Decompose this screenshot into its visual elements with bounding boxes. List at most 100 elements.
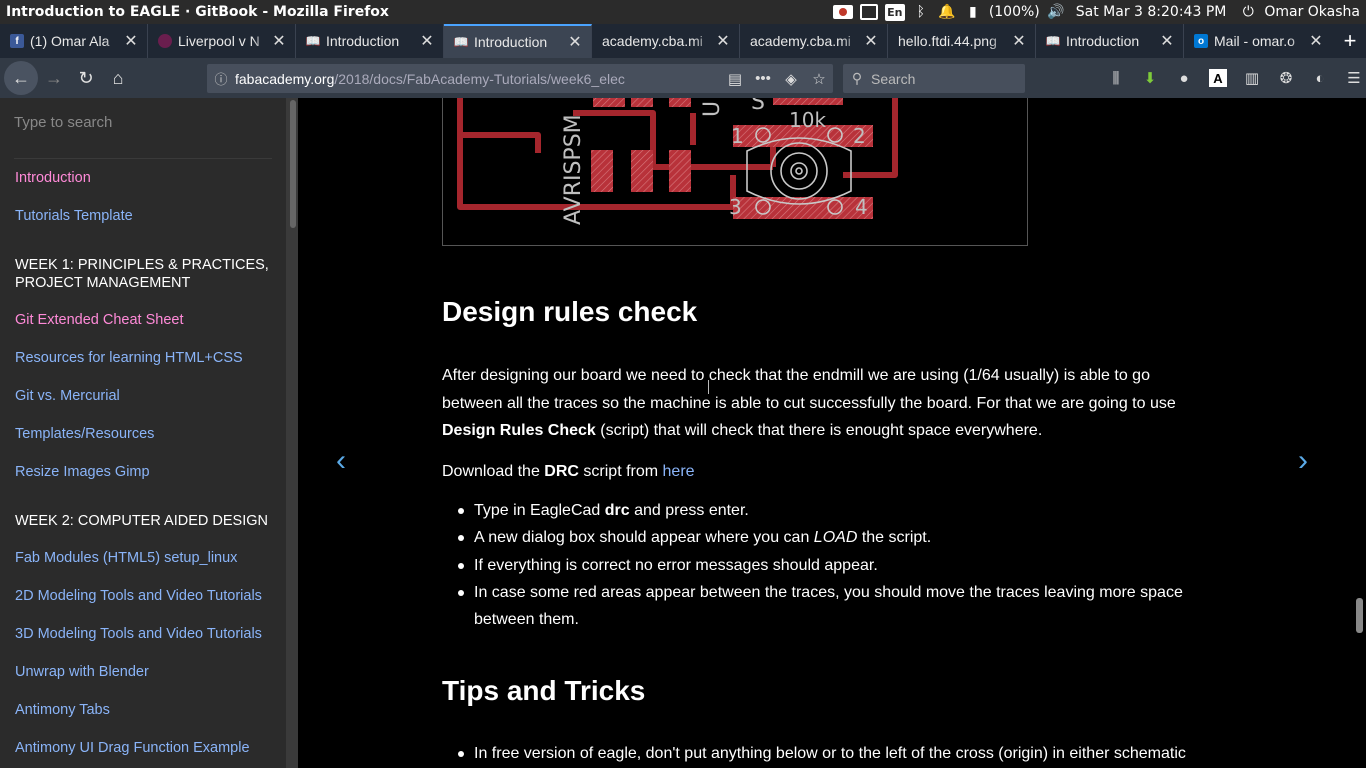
battery-icon[interactable]: ▮ bbox=[963, 4, 983, 20]
browser-tab[interactable]: academy.cba.mi ✕ bbox=[592, 24, 740, 58]
url-text[interactable]: fabacademy.org/2018/docs/FabAcademy-Tuto… bbox=[235, 71, 721, 87]
close-tab-icon[interactable]: ✕ bbox=[419, 31, 435, 51]
drc-download-link[interactable]: here bbox=[663, 463, 695, 480]
close-tab-icon[interactable]: ✕ bbox=[1011, 31, 1027, 51]
reload-button[interactable]: ↻ bbox=[70, 62, 102, 94]
tab-label: academy.cba.mi bbox=[602, 33, 703, 49]
library-icon[interactable]: ⫼ bbox=[1100, 62, 1132, 94]
tab-strip: f (1) Omar Ala ✕ Liverpool v N ✕ 📖 Intro… bbox=[0, 24, 1366, 58]
sidebar-item-unwrap-blender[interactable]: Unwrap with Blender bbox=[15, 664, 149, 680]
book-sidebar: Type to search Introduction Tutorials Te… bbox=[0, 98, 298, 768]
pcb-drawing: AVRISPSM U S 10k 1 2 3 4 bbox=[457, 98, 898, 225]
forward-button[interactable]: → bbox=[38, 62, 70, 94]
download-paragraph: Download the DRC script from here bbox=[442, 458, 1202, 486]
browser-tab[interactable]: Liverpool v N ✕ bbox=[148, 24, 296, 58]
gitbook-icon: 📖 bbox=[1045, 34, 1061, 48]
pcb-board-image: AVRISPSM U S 10k 1 2 3 4 bbox=[442, 98, 1028, 246]
sidebar-item-git-cheat-sheet[interactable]: Git Extended Cheat Sheet bbox=[15, 312, 183, 328]
sidebar-toggle-icon[interactable]: ▥ bbox=[1236, 62, 1268, 94]
display-icon[interactable] bbox=[859, 4, 879, 20]
download-text-2: script from bbox=[578, 463, 663, 480]
sidebar-search-input[interactable]: Type to search bbox=[14, 114, 112, 131]
sidebar-item-antimony-drag[interactable]: Antimony UI Drag Function Example bbox=[15, 740, 250, 756]
sidebar-section-week2: WEEK 2: COMPUTER AIDED DESIGN bbox=[15, 513, 268, 529]
browser-tab[interactable]: f (1) Omar Ala ✕ bbox=[0, 24, 148, 58]
sidebar-section-week1: WEEK 1: PRINCIPLES & PRACTICES, PROJECT … bbox=[15, 257, 269, 291]
system-tray: En ᛒ 🔔 ▮ (100%) 🔊 Sat Mar 3 8:20:43 PM ⏻… bbox=[832, 3, 1366, 21]
close-tab-icon[interactable]: ✕ bbox=[123, 31, 139, 51]
font-extension-icon[interactable]: A bbox=[1209, 69, 1227, 87]
screen-recorder-icon[interactable] bbox=[832, 4, 853, 20]
back-button[interactable]: ← bbox=[4, 61, 38, 95]
browser-tab[interactable]: 📖 Introduction ✕ bbox=[296, 24, 444, 58]
sidebar-item-introduction[interactable]: Introduction bbox=[15, 170, 91, 186]
pcb-label: 2 bbox=[853, 124, 866, 148]
lfc-icon bbox=[158, 34, 172, 48]
list-item-text: If everything is correct no error messag… bbox=[474, 556, 878, 574]
menu-icon[interactable]: ☰ bbox=[1338, 62, 1366, 94]
browser-tab[interactable]: 📖 Introduction ✕ bbox=[1036, 24, 1184, 58]
sidebar-item-2d-modeling[interactable]: 2D Modeling Tools and Video Tutorials bbox=[15, 588, 262, 604]
info-icon[interactable]: ⓘ bbox=[207, 69, 235, 88]
pcb-label: 3 bbox=[729, 195, 742, 219]
navigation-toolbar: ← → ↻ ⌂ ⓘ fabacademy.org/2018/docs/FabAc… bbox=[0, 58, 1366, 98]
sidebar-scrollbar-thumb[interactable] bbox=[290, 100, 296, 228]
sidebar-item-html-css[interactable]: Resources for learning HTML+CSS bbox=[15, 350, 243, 366]
extension-circle-icon[interactable]: ● bbox=[1168, 62, 1200, 94]
sidebar-item-3d-modeling[interactable]: 3D Modeling Tools and Video Tutorials bbox=[15, 626, 262, 642]
sidebar-item-resize-images[interactable]: Resize Images Gimp bbox=[15, 464, 150, 480]
bluetooth-icon[interactable]: ᛒ bbox=[911, 4, 931, 20]
close-tab-icon[interactable]: ✕ bbox=[863, 31, 879, 51]
search-icon: ⚲ bbox=[851, 70, 863, 86]
keyboard-layout-indicator[interactable]: En bbox=[884, 3, 905, 21]
new-tab-button[interactable]: + bbox=[1334, 24, 1366, 58]
sidebar-item-antimony-tabs[interactable]: Antimony Tabs bbox=[15, 702, 110, 718]
color-extension-icon[interactable]: ❂ bbox=[1270, 62, 1302, 94]
bookmark-star-icon[interactable]: ☆ bbox=[805, 70, 833, 88]
close-tab-icon[interactable]: ✕ bbox=[271, 31, 287, 51]
search-bar[interactable]: ⚲ Search bbox=[843, 64, 1025, 93]
url-bar[interactable]: ⓘ fabacademy.org/2018/docs/FabAcademy-Tu… bbox=[207, 64, 833, 93]
home-button[interactable]: ⌂ bbox=[102, 62, 134, 94]
browser-tab[interactable]: academy.cba.mi ✕ bbox=[740, 24, 888, 58]
power-icon[interactable]: ⏻ bbox=[1238, 4, 1258, 20]
page-scrollbar-thumb[interactable] bbox=[1356, 598, 1363, 633]
drc-paragraph-bold: Design Rules Check bbox=[442, 422, 596, 439]
pcb-label: 10k bbox=[789, 108, 826, 132]
sidebar-item-fab-modules[interactable]: Fab Modules (HTML5) setup_linux bbox=[15, 550, 237, 566]
sidebar-item-git-vs-mercurial[interactable]: Git vs. Mercurial bbox=[15, 388, 120, 404]
page-actions-icon[interactable]: ••• bbox=[749, 70, 777, 87]
list-item: Type in EagleCad drc and press enter. bbox=[442, 497, 1202, 524]
sidebar-item-tutorials-template[interactable]: Tutorials Template bbox=[15, 208, 133, 224]
list-item: If everything is correct no error messag… bbox=[442, 552, 1202, 579]
browser-tab[interactable]: o Mail - omar.o ✕ bbox=[1184, 24, 1332, 58]
close-tab-icon[interactable]: ✕ bbox=[1159, 31, 1175, 51]
list-item-text-end: and press enter. bbox=[629, 502, 749, 519]
reader-view-icon[interactable]: ▤ bbox=[721, 70, 749, 88]
drc-paragraph-text-end: (script) that will check that there is e… bbox=[595, 422, 1043, 439]
notification-bell-icon[interactable]: 🔔 bbox=[937, 4, 957, 20]
volume-icon[interactable]: 🔊 bbox=[1046, 4, 1066, 20]
download-icon[interactable]: ⬇ bbox=[1134, 62, 1166, 94]
os-top-bar: Introduction to EAGLE · GitBook - Mozill… bbox=[0, 0, 1366, 24]
browser-tab-active[interactable]: 📖 Introduction ✕ bbox=[444, 24, 592, 58]
list-item-emphasis: LOAD bbox=[813, 529, 858, 547]
close-tab-icon[interactable]: ✕ bbox=[715, 31, 731, 51]
battery-percent: (100%) bbox=[988, 4, 1040, 20]
profile-extension-icon[interactable]: ◐ bbox=[1304, 62, 1336, 94]
previous-page-arrow-icon[interactable]: ‹ bbox=[336, 444, 346, 478]
close-tab-icon[interactable]: ✕ bbox=[567, 32, 583, 52]
drc-paragraph-text: After designing our board we need to che… bbox=[442, 367, 1176, 412]
tab-label: Introduction bbox=[326, 33, 400, 49]
tab-label: hello.ftdi.44.png bbox=[898, 33, 997, 49]
download-text: Download the bbox=[442, 463, 545, 480]
browser-tab[interactable]: hello.ftdi.44.png ✕ bbox=[888, 24, 1036, 58]
user-name[interactable]: Omar Okasha bbox=[1264, 4, 1360, 20]
close-tab-icon[interactable]: ✕ bbox=[1308, 31, 1324, 51]
clock[interactable]: Sat Mar 3 8:20:43 PM bbox=[1076, 4, 1227, 20]
gitbook-icon: 📖 bbox=[453, 35, 469, 49]
page-scrollbar[interactable] bbox=[1353, 98, 1366, 768]
pocket-icon[interactable]: ◈ bbox=[777, 70, 805, 88]
sidebar-item-templates[interactable]: Templates/Resources bbox=[15, 426, 154, 442]
next-page-arrow-icon[interactable]: › bbox=[1298, 444, 1308, 478]
